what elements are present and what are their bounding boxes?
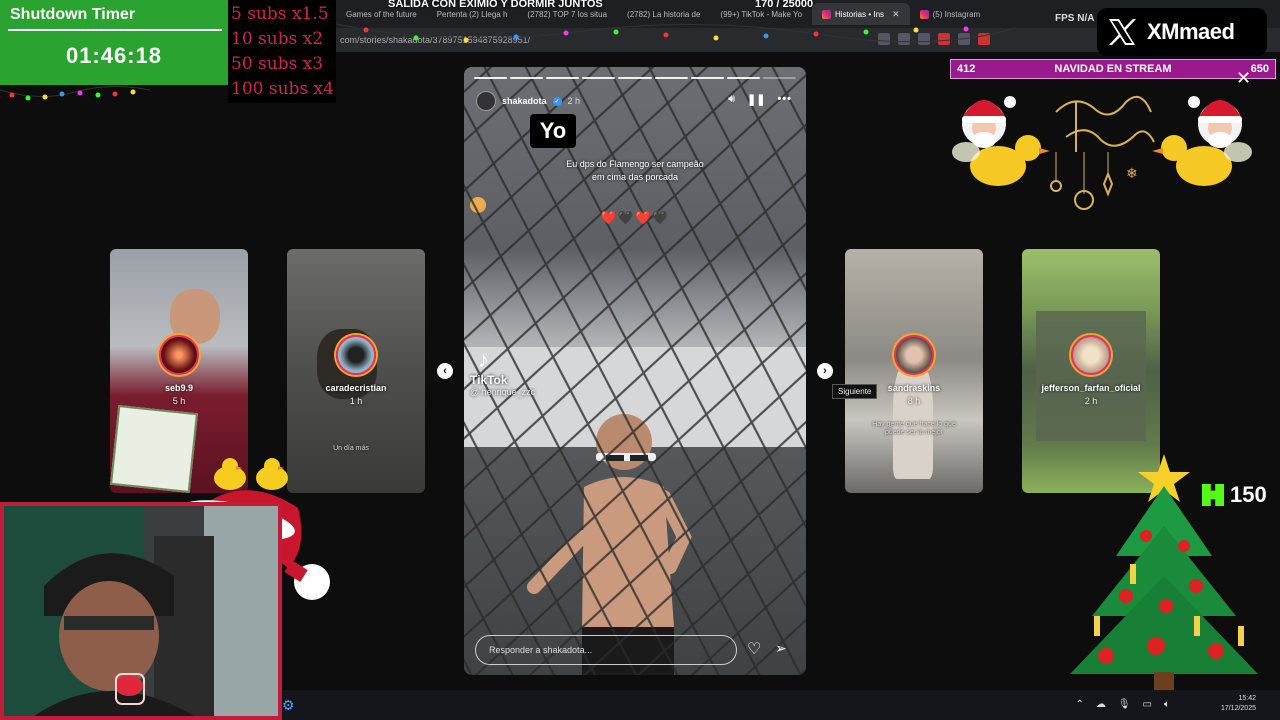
cloud-icon[interactable]: ☁︎ <box>1096 699 1106 710</box>
reply-input[interactable]: Responder a shakadota... <box>475 635 737 665</box>
main-story-viewer[interactable]: shakadota ✓ 2 h 🔊︎ ❚❚ ••• Yo Eu dps do F… <box>464 67 806 675</box>
kick-follower-counter: 150 <box>1202 482 1267 508</box>
next-story-button[interactable]: › <box>817 363 833 379</box>
kick-logo-icon <box>1202 484 1224 506</box>
tiktok-icon: ♪ <box>478 347 489 372</box>
story-time: 5 h <box>172 396 186 406</box>
system-tray: ⌃ ☁︎ 🎙︎ ▭ 🔈︎ <box>1075 699 1170 710</box>
avatar <box>336 335 376 375</box>
hearts-sticker: ❤️🖤❤️🖤 <box>600 210 670 225</box>
tiktok-watermark: TikTok <box>470 373 508 387</box>
reply-placeholder: Responder a shakadota... <box>489 645 593 655</box>
progress-segment <box>474 77 508 79</box>
stream-title: SALIDA CON EXIMIO Y DORMIR JUNTOS <box>388 0 603 10</box>
santa-duck-right <box>1152 96 1252 186</box>
svg-text:❄: ❄ <box>1126 166 1138 182</box>
taskbar-clock[interactable]: 15:42 17/12/2025 <box>1221 694 1256 714</box>
story-time: 1 h <box>349 396 363 406</box>
microphone-icon[interactable]: 🎙︎ <box>1118 699 1131 710</box>
story-time: 2 h <box>1084 396 1098 406</box>
christmas-lights-left <box>0 85 150 101</box>
story-header: shakadota ✓ 2 h <box>476 91 580 111</box>
timer-value: 01:46:18 <box>65 43 163 68</box>
timer-divider <box>8 29 222 31</box>
progress-segment <box>510 77 544 79</box>
volume-icon[interactable]: 🔊︎ <box>728 93 735 106</box>
pause-icon[interactable]: ❚❚ <box>747 93 765 106</box>
like-heart-icon[interactable]: ♡ <box>747 639 761 659</box>
sub-multiplier: 50 subs x3 <box>231 54 324 74</box>
avatar <box>894 335 934 375</box>
send-icon[interactable]: ➢ <box>775 640 787 657</box>
story-note: Hay gente que hace lo que puede ser lo m… <box>872 421 956 436</box>
sub-goal-counter: 170 / 25000 <box>755 0 814 10</box>
sub-multipliers: 5 subs x1.5 10 subs x2 50 subs x3 100 su… <box>228 0 336 103</box>
network-icon[interactable]: ▭ <box>1143 699 1152 710</box>
story-username: caradecristian <box>325 383 387 393</box>
story-username: jefferson_farfan_oficial <box>1041 383 1141 393</box>
navidad-left-value: 412 <box>957 63 976 75</box>
shutdown-timer: Shutdown Timer 01:46:18 <box>0 0 228 85</box>
santa-duck-left <box>952 96 1050 186</box>
navidad-right-value: 650 <box>1250 63 1269 75</box>
navidad-title: NAVIDAD EN STREAM <box>1054 63 1172 75</box>
story-time: 2 h <box>567 96 581 106</box>
fps-indicator: FPS N/A <box>1055 13 1095 24</box>
progress-segment <box>582 77 616 79</box>
taskbar-app-icon[interactable]: ⚙︎ <box>282 697 295 714</box>
feliz-navidad-lettering <box>1055 95 1155 152</box>
story-username[interactable]: shakadota <box>502 96 547 106</box>
x-social-badge: XMmaed <box>1097 8 1267 56</box>
progress-segment <box>546 77 580 79</box>
progress-segment <box>726 77 760 79</box>
progress-segment <box>690 77 724 79</box>
verified-badge-icon: ✓ <box>552 96 562 106</box>
story-controls: 🔊︎ ❚❚ ••• <box>728 93 792 106</box>
chevron-up-icon[interactable]: ⌃ <box>1075 699 1083 710</box>
yo-sticker: Yo <box>530 114 576 148</box>
sub-multiplier: 10 subs x2 <box>231 29 324 49</box>
next-tooltip: Siguiente <box>832 384 878 399</box>
progress-segment <box>618 77 652 79</box>
story-progress-bar <box>474 77 796 79</box>
stream-screen: Games of the future Pertenta (2) Llega h… <box>0 0 1280 720</box>
story-username: seb9.9 <box>164 383 194 393</box>
clock-time: 15:42 <box>1238 695 1256 702</box>
timer-title: Shutdown Timer <box>10 6 136 23</box>
clock-date: 17/12/2025 <box>1220 705 1256 712</box>
previous-story-button[interactable]: ‹ <box>437 363 453 379</box>
progress-segment <box>654 77 688 79</box>
kick-count: 150 <box>1230 482 1267 507</box>
progress-segment <box>762 77 796 79</box>
avatar[interactable] <box>476 91 496 111</box>
tiktok-handle: @ henrique_zzc <box>470 387 536 397</box>
windows-taskbar: ⚙︎ ⌃ ☁︎ 🎙︎ ▭ 🔈︎ 15:42 17/12/2025 <box>282 690 1280 720</box>
sub-multiplier: 100 subs x4 <box>231 79 334 99</box>
avatar <box>1071 335 1111 375</box>
more-options-icon[interactable]: ••• <box>777 93 792 106</box>
sub-multiplier: 5 subs x1.5 <box>231 4 329 24</box>
x-logo-icon <box>1109 19 1136 45</box>
feliz-navidad-banner: ❄ <box>952 95 1252 210</box>
webcam-image <box>4 506 278 716</box>
story-preview-sandraskins[interactable]: sandraskins 8 h Hay gente que hace lo qu… <box>845 249 983 493</box>
x-username: XMmaed <box>1147 19 1235 44</box>
avatar <box>159 335 199 375</box>
story-caption: Eu dps do Flamengo ser campeão em cima d… <box>566 159 704 182</box>
webcam-feed <box>0 502 282 720</box>
christmas-lights-top <box>336 23 1016 43</box>
volume-icon[interactable]: 🔈︎ <box>1164 699 1170 710</box>
navidad-progress-bar: 412 NAVIDAD EN STREAM 650 <box>950 59 1276 79</box>
